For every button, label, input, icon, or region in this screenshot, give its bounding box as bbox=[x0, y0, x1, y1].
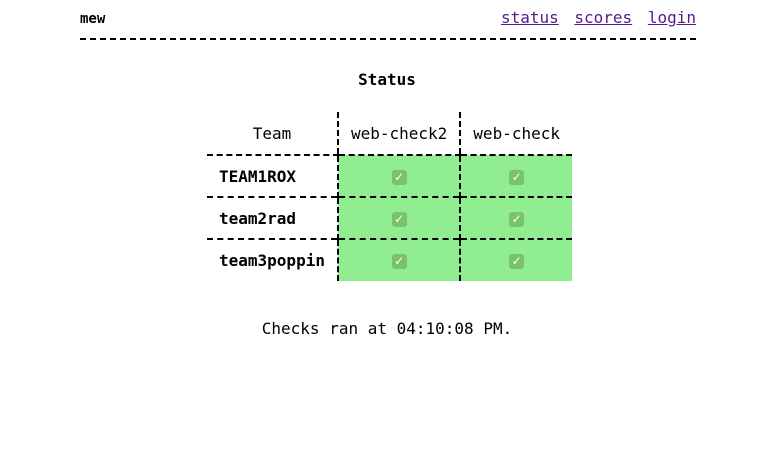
column-header-check: web-check2 bbox=[336, 112, 461, 156]
page-title: Status bbox=[358, 70, 416, 89]
team-name: team2rad bbox=[219, 208, 297, 228]
checkbox-checked-icon: ✓ bbox=[509, 169, 525, 185]
checkbox-checked-icon: ✓ bbox=[509, 254, 525, 269]
status-cell: ✓ bbox=[336, 197, 461, 239]
checkbox-checked-icon: ✓ bbox=[391, 211, 407, 227]
checks-timestamp: Checks ran at 04:10:08 PM. bbox=[261, 319, 513, 338]
team-name: TEAM1ROX bbox=[219, 166, 297, 186]
table-row: team3poppin ✓ ✓ bbox=[207, 239, 572, 281]
nav-link-scores[interactable]: scores bbox=[574, 8, 632, 27]
checkbox-checked-icon: ✓ bbox=[391, 254, 407, 269]
column-header-team: Team bbox=[207, 112, 338, 156]
site-brand: mew bbox=[80, 11, 106, 27]
checkbox-checked-icon: ✓ bbox=[509, 211, 525, 227]
nav-link-login[interactable]: login bbox=[648, 8, 696, 27]
checkbox-checked-icon: ✓ bbox=[391, 169, 407, 185]
status-cell: ✓ bbox=[459, 197, 572, 239]
top-nav: status scores login bbox=[501, 9, 696, 27]
table-header-row: Team web-check2 web-check bbox=[207, 112, 572, 156]
status-cell: ✓ bbox=[336, 155, 461, 197]
table-row: team2rad ✓ ✓ bbox=[207, 197, 572, 239]
status-cell: ✓ bbox=[459, 155, 572, 197]
column-header-check: web-check bbox=[459, 112, 572, 156]
team-name: team3poppin bbox=[219, 251, 325, 270]
status-cell: ✓ bbox=[336, 239, 461, 281]
site-header: mew status scores login bbox=[80, 8, 696, 40]
status-cell: ✓ bbox=[459, 239, 572, 281]
table-row: TEAM1ROX ✓ ✓ bbox=[207, 155, 572, 197]
nav-link-status[interactable]: status bbox=[501, 8, 559, 27]
status-table: Team web-check2 web-check TEAM1ROX ✓ ✓ t… bbox=[207, 112, 572, 281]
